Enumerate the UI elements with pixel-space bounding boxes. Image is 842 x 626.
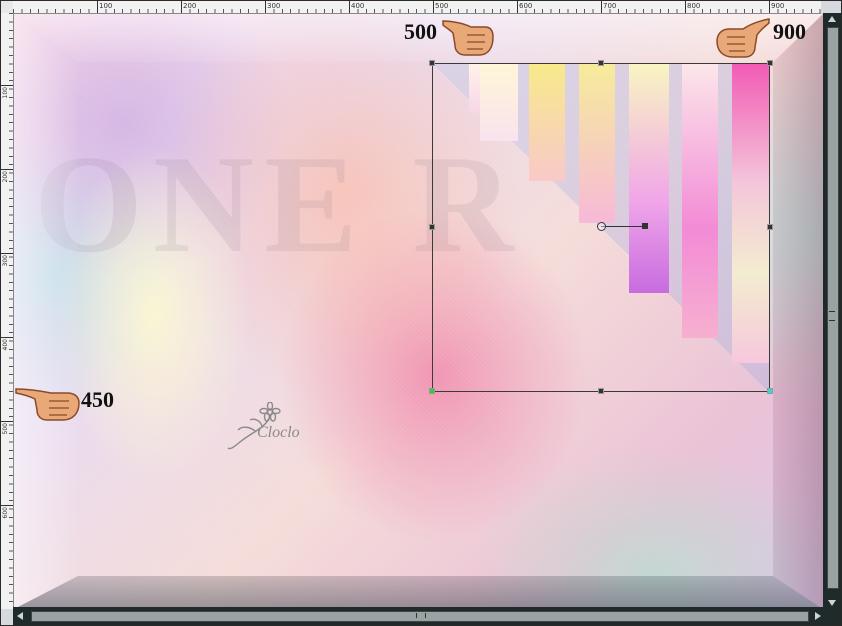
grip-icon bbox=[416, 613, 426, 618]
resize-handle-top[interactable] bbox=[598, 60, 604, 66]
scroll-right-icon[interactable] bbox=[815, 612, 821, 620]
rotation-handle[interactable] bbox=[642, 223, 648, 229]
ruler-label: 600 bbox=[2, 507, 9, 519]
ruler-label: 400 bbox=[351, 2, 365, 10]
grip-icon bbox=[829, 311, 835, 321]
watermark-text: Cloclo bbox=[257, 424, 300, 441]
resize-handle-bottom-left[interactable] bbox=[429, 388, 435, 394]
ruler-label: 500 bbox=[435, 2, 449, 10]
scroll-corner bbox=[823, 607, 841, 625]
ruler-label: 800 bbox=[687, 2, 701, 10]
scroll-up-icon[interactable] bbox=[828, 16, 836, 22]
ruler-label: 100 bbox=[99, 2, 113, 10]
annotation-number-top-left: 500 bbox=[404, 19, 437, 44]
ruler-label: 600 bbox=[519, 2, 533, 10]
ruler-label: 200 bbox=[2, 171, 9, 183]
ruler-label: 700 bbox=[603, 2, 617, 10]
annotation-number-left: 450 bbox=[81, 387, 114, 412]
rotation-pivot[interactable] bbox=[597, 222, 606, 231]
ruler-label: 300 bbox=[2, 255, 9, 267]
rotation-arm bbox=[601, 226, 645, 227]
resize-handle-top-left[interactable] bbox=[429, 60, 435, 66]
horizontal-ruler: 100 200 300 400 500 600 700 800 900 bbox=[13, 1, 821, 14]
pointing-hand-icon bbox=[716, 18, 770, 58]
resize-handle-right[interactable] bbox=[767, 224, 773, 230]
frame-bevel-left bbox=[14, 14, 78, 609]
vertical-scrollbar[interactable] bbox=[823, 13, 841, 609]
ruler-label: 200 bbox=[183, 2, 197, 10]
vertical-ruler: 100 200 300 400 500 600 bbox=[1, 13, 14, 609]
ruler-label: 500 bbox=[2, 423, 9, 435]
pointing-hand-icon bbox=[15, 388, 80, 421]
annotation-number-top-right: 900 bbox=[773, 19, 806, 44]
horizontal-scrollbar[interactable] bbox=[13, 607, 825, 625]
ruler-label: 300 bbox=[267, 2, 281, 10]
pointing-hand-icon bbox=[442, 20, 494, 56]
frame-bevel-bottom bbox=[14, 576, 823, 609]
scroll-down-icon[interactable] bbox=[828, 600, 836, 606]
editor-window: 100 200 300 400 500 600 700 800 900 100 … bbox=[0, 0, 842, 626]
scroll-left-icon[interactable] bbox=[17, 612, 23, 620]
resize-handle-bottom[interactable] bbox=[598, 388, 604, 394]
vertical-scroll-thumb[interactable] bbox=[827, 27, 839, 589]
resize-handle-left[interactable] bbox=[429, 224, 435, 230]
ruler-label: 100 bbox=[2, 87, 9, 99]
frame-bevel-right bbox=[773, 14, 823, 609]
ruler-label: 900 bbox=[771, 2, 785, 10]
image-canvas[interactable]: ONE R Cloclo bbox=[14, 14, 823, 609]
ruler-label: 400 bbox=[2, 339, 9, 351]
resize-handle-bottom-right[interactable] bbox=[767, 388, 773, 394]
